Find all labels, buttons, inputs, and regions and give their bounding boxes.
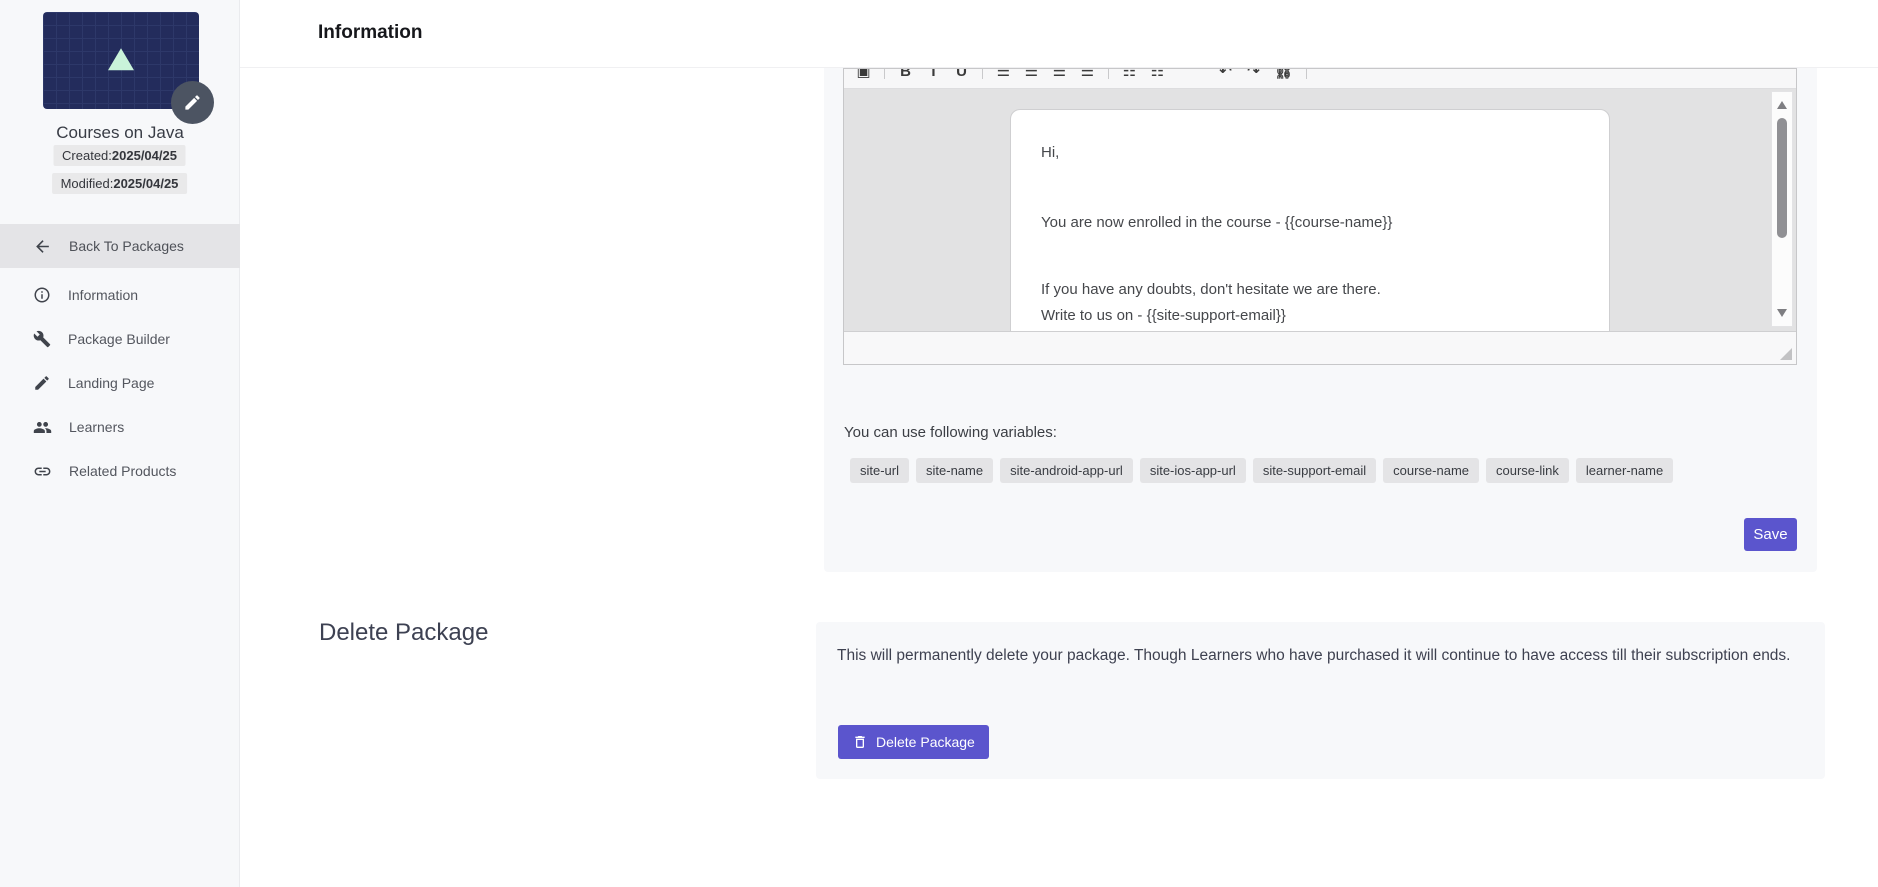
brush-icon bbox=[35, 376, 49, 390]
course-title: Courses on Java bbox=[56, 123, 184, 142]
email-line: You are now enrolled in the course - {{c… bbox=[1041, 214, 1393, 231]
page-header: Information bbox=[240, 0, 1878, 68]
sidebar-nav: Back To Packages Information Package Bui… bbox=[0, 224, 240, 493]
editor-toolbar: ▣ B I U ☰ ☰ ☰ ☰ ☷ ☷ ↶ ↷ ⛓ bbox=[844, 69, 1796, 89]
email-line: If you have any doubts, don't hesitate w… bbox=[1041, 281, 1381, 298]
variable-chips: site-url site-name site-android-app-url … bbox=[850, 458, 1674, 483]
main-content: ▣ B I U ☰ ☰ ☰ ☰ ☷ ☷ ↶ ↷ ⛓ Hi, You are no… bbox=[240, 0, 1878, 887]
toolbar-separator bbox=[884, 69, 885, 79]
modified-label: Modified: bbox=[60, 176, 114, 191]
sidebar-item-information[interactable]: Information bbox=[0, 273, 240, 317]
redo-icon[interactable]: ↷ bbox=[1246, 69, 1261, 80]
numbered-list-icon[interactable]: ☷ bbox=[1150, 69, 1165, 80]
people-icon bbox=[33, 421, 52, 433]
editor-statusbar bbox=[844, 331, 1796, 364]
editor-scrollbar[interactable] bbox=[1771, 91, 1793, 327]
trash-icon bbox=[855, 736, 865, 748]
undo-icon[interactable]: ↶ bbox=[1218, 69, 1233, 80]
bold-icon[interactable]: B bbox=[898, 69, 913, 80]
align-right-icon[interactable]: ☰ bbox=[1052, 69, 1067, 80]
delete-package-card: This will permanently delete your packag… bbox=[816, 622, 1825, 779]
delete-package-button[interactable]: Delete Package bbox=[838, 725, 989, 759]
delete-package-button-label: Delete Package bbox=[876, 734, 975, 750]
editor-toolbar-row: ▣ B I U ☰ ☰ ☰ ☰ ☷ ☷ ↶ ↷ ⛓ bbox=[856, 69, 1308, 88]
email-line: Write to us on - {{site-support-email}} bbox=[1041, 307, 1286, 324]
modified-badge: Modified:2025/04/25 bbox=[51, 173, 188, 194]
pencil-icon bbox=[185, 95, 200, 110]
toolbar-separator bbox=[1108, 69, 1109, 79]
email-settings-card: ▣ B I U ☰ ☰ ☰ ☰ ☷ ☷ ↶ ↷ ⛓ Hi, You are no… bbox=[824, 68, 1817, 572]
variable-chip[interactable]: site-name bbox=[916, 458, 994, 483]
sidebar: Courses on Java Created:2025/04/25 Modif… bbox=[0, 0, 240, 887]
scrollbar-thumb[interactable] bbox=[1777, 118, 1787, 238]
variable-chip[interactable]: course-link bbox=[1486, 458, 1569, 483]
toolbar-separator bbox=[1306, 69, 1308, 79]
info-icon bbox=[34, 287, 50, 303]
save-button[interactable]: Save bbox=[1744, 518, 1797, 551]
resize-grip-icon[interactable] bbox=[1780, 348, 1792, 360]
created-date: 2025/04/25 bbox=[111, 148, 177, 163]
underline-icon[interactable]: U bbox=[954, 69, 969, 80]
toolbar-separator bbox=[982, 69, 983, 79]
variable-chip[interactable]: site-support-email bbox=[1252, 458, 1377, 483]
email-preview-paper[interactable]: Hi, You are now enrolled in the course -… bbox=[1010, 109, 1610, 331]
arrow-left-icon bbox=[36, 239, 49, 253]
rich-text-editor[interactable]: ▣ B I U ☰ ☰ ☰ ☰ ☷ ☷ ↶ ↷ ⛓ Hi, You are no… bbox=[843, 68, 1797, 365]
variable-chip[interactable]: site-url bbox=[850, 458, 910, 483]
back-to-packages-button[interactable]: Back To Packages bbox=[0, 224, 240, 268]
align-left-icon[interactable]: ☰ bbox=[996, 69, 1011, 80]
sidebar-item-label: Package Builder bbox=[68, 331, 170, 347]
italic-icon[interactable]: I bbox=[926, 69, 941, 80]
bulleted-list-icon[interactable]: ☷ bbox=[1122, 69, 1137, 80]
editor-canvas[interactable]: Hi, You are now enrolled in the course -… bbox=[844, 89, 1796, 331]
sidebar-item-learners[interactable]: Learners bbox=[0, 405, 240, 449]
image-icon[interactable]: ▣ bbox=[856, 69, 871, 80]
sidebar-item-label: Landing Page bbox=[68, 375, 155, 391]
back-to-packages-label: Back To Packages bbox=[69, 238, 184, 254]
play-triangle-icon bbox=[108, 47, 134, 70]
align-center-icon[interactable]: ☰ bbox=[1024, 69, 1039, 80]
scroll-up-icon[interactable] bbox=[1777, 101, 1787, 109]
sidebar-item-label: Related Products bbox=[69, 463, 177, 479]
sidebar-item-related-products[interactable]: Related Products bbox=[0, 449, 240, 493]
sidebar-item-landing-page[interactable]: Landing Page bbox=[0, 361, 240, 405]
delete-description: This will permanently delete your packag… bbox=[837, 647, 1791, 664]
variable-chip[interactable]: site-ios-app-url bbox=[1139, 458, 1246, 483]
variable-chip[interactable]: learner-name bbox=[1575, 458, 1674, 483]
delete-section-title: Delete Package bbox=[319, 619, 489, 646]
sidebar-item-label: Learners bbox=[69, 419, 125, 435]
link-icon bbox=[34, 467, 51, 475]
modified-date: 2025/04/25 bbox=[113, 176, 179, 191]
created-badge: Created:2025/04/25 bbox=[53, 145, 186, 166]
variable-chip[interactable]: site-android-app-url bbox=[1000, 458, 1133, 483]
page-title: Information bbox=[318, 22, 423, 43]
align-justify-icon[interactable]: ☰ bbox=[1080, 69, 1095, 80]
sidebar-item-package-builder[interactable]: Package Builder bbox=[0, 317, 240, 361]
wrench-icon bbox=[33, 330, 51, 348]
variables-label: You can use following variables: bbox=[844, 424, 1057, 441]
created-label: Created: bbox=[62, 148, 112, 163]
course-thumbnail bbox=[43, 12, 214, 124]
edit-thumbnail-button[interactable] bbox=[171, 81, 214, 124]
variable-chip[interactable]: course-name bbox=[1383, 458, 1480, 483]
email-line: Hi, bbox=[1041, 144, 1060, 161]
sidebar-item-label: Information bbox=[68, 287, 139, 303]
link-icon[interactable]: ⛓ bbox=[1274, 69, 1293, 80]
scroll-down-icon[interactable] bbox=[1777, 309, 1787, 317]
